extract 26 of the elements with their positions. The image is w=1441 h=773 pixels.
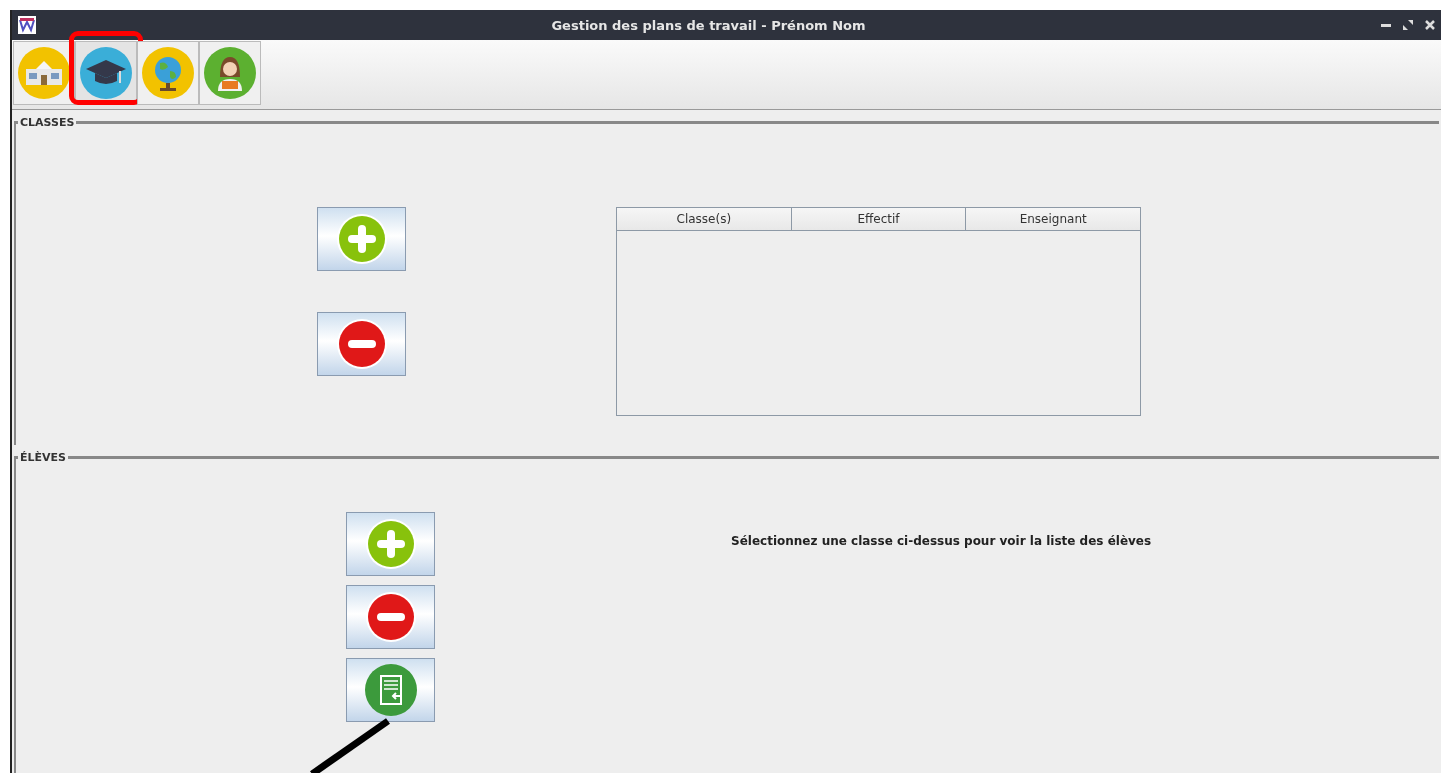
- person-reading-icon: [204, 47, 256, 99]
- add-button[interactable]: [317, 207, 406, 271]
- document-import-icon: [364, 664, 417, 716]
- close-icon[interactable]: [1425, 20, 1435, 30]
- column-header[interactable]: Classe(s): [617, 208, 792, 230]
- window-title: Gestion des plans de travail - Prénom Nom: [550, 17, 867, 33]
- toolbar-button[interactable]: [199, 41, 261, 105]
- minus-icon: [364, 591, 417, 643]
- graduation-cap-icon: [80, 47, 132, 99]
- globe-icon: [142, 47, 194, 99]
- remove-button[interactable]: [317, 312, 406, 376]
- column-header[interactable]: Enseignant: [966, 208, 1140, 230]
- import-button[interactable]: [346, 658, 435, 722]
- plus-icon: [335, 213, 388, 265]
- minimize-icon[interactable]: [1381, 23, 1391, 27]
- remove-button[interactable]: [346, 585, 435, 649]
- app-logo-icon: [18, 16, 36, 34]
- column-header[interactable]: Effectif: [791, 208, 967, 230]
- add-button[interactable]: [346, 512, 435, 576]
- maximize-icon[interactable]: [1403, 20, 1413, 30]
- panel-title: CLASSES: [19, 116, 76, 129]
- minus-icon: [335, 318, 388, 370]
- panel-title: ÉLÈVES: [19, 451, 67, 464]
- empty-message: Sélectionnez une classe ci-dessus pour voir la liste des élèves: [731, 534, 1152, 548]
- plus-icon: [364, 518, 417, 570]
- school-icon: [18, 47, 70, 99]
